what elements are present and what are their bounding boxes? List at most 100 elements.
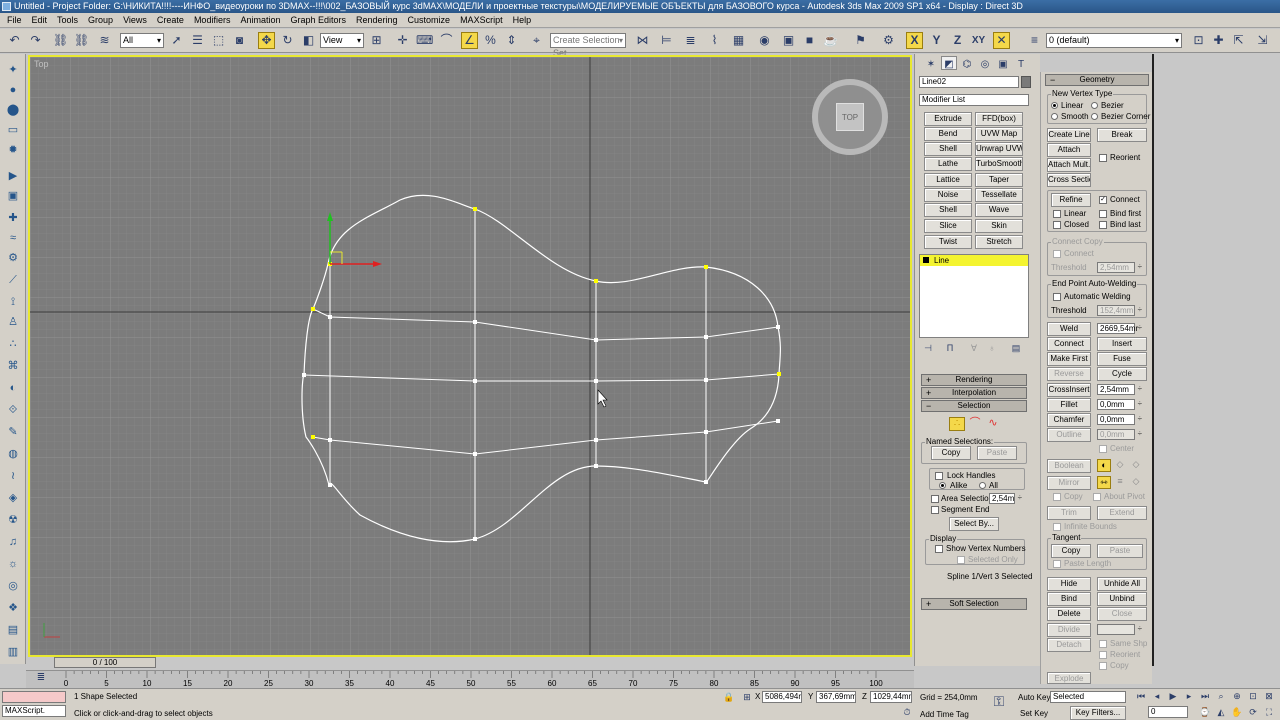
cross-section-button[interactable]: Cross Section: [1047, 173, 1091, 187]
explode-button[interactable]: Explode: [1047, 672, 1091, 684]
go-to-start-icon[interactable]: ⏮: [1134, 690, 1148, 702]
cycle-button[interactable]: Cycle: [1097, 367, 1147, 381]
auto-key-button[interactable]: Auto Key: [1018, 693, 1050, 703]
sound-icon[interactable]: ♫: [4, 534, 22, 550]
menu-views[interactable]: Views: [118, 13, 152, 28]
hierarchy-tools-icon[interactable]: ⚑: [852, 32, 869, 49]
modifier-wave-button[interactable]: Wave: [975, 203, 1023, 217]
create-layer-icon[interactable]: ⊡: [1190, 32, 1207, 49]
select-move-icon[interactable]: ✥: [258, 32, 275, 49]
mirror-horizontal-icon[interactable]: ⇿: [1097, 476, 1111, 489]
boolean-intersect-icon[interactable]: ◇: [1129, 459, 1143, 472]
play-icon[interactable]: ▶: [1166, 690, 1180, 702]
area-selection-checkbox[interactable]: [931, 495, 939, 503]
weld-threshold-spinner[interactable]: 152,4mm: [1097, 305, 1142, 316]
unlink-icon[interactable]: ⛓: [73, 32, 90, 49]
undo-icon[interactable]: ↶: [6, 32, 23, 49]
modifier-taper-button[interactable]: Taper: [975, 173, 1023, 187]
boolean-button[interactable]: Boolean: [1047, 459, 1091, 473]
skin-icon[interactable]: ◍: [4, 446, 22, 462]
named-copy-button[interactable]: Copy: [931, 446, 971, 460]
sphere-icon[interactable]: ●: [4, 82, 22, 98]
interpolation-rollout[interactable]: + Interpolation: [921, 387, 1027, 399]
material-editor-icon[interactable]: ◉: [756, 32, 773, 49]
layer-manager2-icon[interactable]: ≡: [1026, 32, 1043, 49]
zoom-extents-all-icon[interactable]: ⊠: [1262, 690, 1276, 702]
viewport-canvas[interactable]: [30, 57, 910, 655]
soft-selection-rollout[interactable]: + Soft Selection: [921, 598, 1027, 610]
utilities-tab-icon[interactable]: T: [1013, 56, 1029, 70]
break-button[interactable]: Break: [1097, 128, 1147, 142]
detach-reorient-checkbox[interactable]: [1099, 651, 1107, 659]
zoom-extents-icon[interactable]: ⊡: [1246, 690, 1260, 702]
paste-length-checkbox[interactable]: [1053, 560, 1061, 568]
chamfer-button[interactable]: Chamfer: [1047, 413, 1091, 427]
selected-only-checkbox[interactable]: [957, 556, 965, 564]
crossinsert-button[interactable]: CrossInsert: [1047, 383, 1091, 397]
detach-copy-checkbox[interactable]: [1099, 662, 1107, 670]
fillet-spinner[interactable]: 0,0mm: [1097, 399, 1142, 410]
modifier-shell2-button[interactable]: Shell: [924, 203, 972, 217]
box-icon[interactable]: ▣: [4, 188, 22, 204]
cylinder-icon[interactable]: ⬤: [4, 102, 22, 118]
all-radio[interactable]: [979, 482, 986, 489]
edit-named-selection-icon[interactable]: ⌖: [528, 32, 545, 49]
chamfer-spinner[interactable]: 0,0mm: [1097, 414, 1142, 425]
modifier-stretch-button[interactable]: Stretch: [975, 235, 1023, 249]
menu-file[interactable]: File: [2, 13, 27, 28]
light-tracer-icon[interactable]: ☼: [4, 556, 22, 572]
selection-region-icon[interactable]: ⬚: [210, 32, 227, 49]
modifier-tessellate-button[interactable]: Tessellate: [975, 188, 1023, 202]
bone-icon[interactable]: ⟋: [4, 272, 22, 288]
morph-icon[interactable]: ⟐: [4, 402, 22, 418]
automatic-welding-checkbox[interactable]: [1053, 293, 1061, 301]
create-line-button[interactable]: Create Line: [1047, 128, 1091, 142]
display-tab-icon[interactable]: ▣: [995, 56, 1011, 70]
ik-icon[interactable]: ⟟: [4, 294, 22, 310]
maximize-viewport-icon[interactable]: ⛶: [1262, 706, 1276, 718]
delete-button[interactable]: Delete: [1047, 607, 1091, 621]
axis-constraint-y-button[interactable]: Y: [928, 32, 945, 49]
center-checkbox[interactable]: [1099, 445, 1107, 453]
hierarchy-tab-icon[interactable]: ⌬: [959, 56, 975, 70]
systems-icon[interactable]: ⚙: [4, 250, 22, 266]
zoom-all-icon[interactable]: ⊕: [1230, 690, 1244, 702]
window-crossing-icon[interactable]: ◙: [231, 32, 248, 49]
crossinsert-spinner[interactable]: 2,54mm: [1097, 384, 1142, 395]
select-scale-icon[interactable]: ◧: [300, 32, 317, 49]
outline-spinner[interactable]: 0,0mm: [1097, 429, 1142, 440]
modifier-twist-button[interactable]: Twist: [924, 235, 972, 249]
biped-icon[interactable]: ♙: [4, 314, 22, 330]
bind-space-warp-icon[interactable]: ≋: [96, 32, 113, 49]
boolean-subtract-icon[interactable]: ◇: [1113, 459, 1127, 472]
area-selection-spinner[interactable]: 2,54m: [989, 493, 1022, 504]
field-of-view-icon[interactable]: ◭: [1214, 706, 1228, 718]
pivot-center-icon[interactable]: ⊞: [368, 32, 385, 49]
select-by-name-icon[interactable]: ☰: [189, 32, 206, 49]
curve-editor-icon[interactable]: ⌇: [706, 32, 723, 49]
maxscript-listener[interactable]: MAXScript.: [2, 705, 66, 717]
infinite-bounds-checkbox[interactable]: [1053, 523, 1061, 531]
axis-constraint-z-button[interactable]: Z: [949, 32, 966, 49]
lock-handles-checkbox[interactable]: [935, 472, 943, 480]
menu-tools[interactable]: Tools: [52, 13, 83, 28]
fuse-button[interactable]: Fuse: [1097, 352, 1147, 366]
modifier-shell-button[interactable]: Shell: [924, 142, 972, 156]
batch-icon[interactable]: ▤: [4, 622, 22, 638]
pin-stack-icon[interactable]: ⊣: [921, 342, 935, 354]
menu-group[interactable]: Group: [83, 13, 118, 28]
layer-manager-icon[interactable]: ≣: [682, 32, 699, 49]
attach-button[interactable]: Attach: [1047, 143, 1091, 157]
mirror-vertical-icon[interactable]: ≡: [1113, 476, 1127, 489]
bezier-radio[interactable]: [1091, 102, 1098, 109]
menu-modifiers[interactable]: Modifiers: [189, 13, 236, 28]
top-viewport[interactable]: Top TOP: [28, 55, 912, 657]
menu-customize[interactable]: Customize: [403, 13, 456, 28]
menu-rendering[interactable]: Rendering: [351, 13, 403, 28]
named-selection-set-dropdown[interactable]: Create Selection Set: [550, 33, 626, 58]
spinner-snap-icon[interactable]: ⇕: [503, 32, 520, 49]
light-icon[interactable]: ✹: [4, 142, 22, 158]
modifier-icon[interactable]: ⌘: [4, 358, 22, 374]
x-coordinate-field[interactable]: 5086,494r: [762, 691, 802, 703]
motion-tab-icon[interactable]: ◎: [977, 56, 993, 70]
